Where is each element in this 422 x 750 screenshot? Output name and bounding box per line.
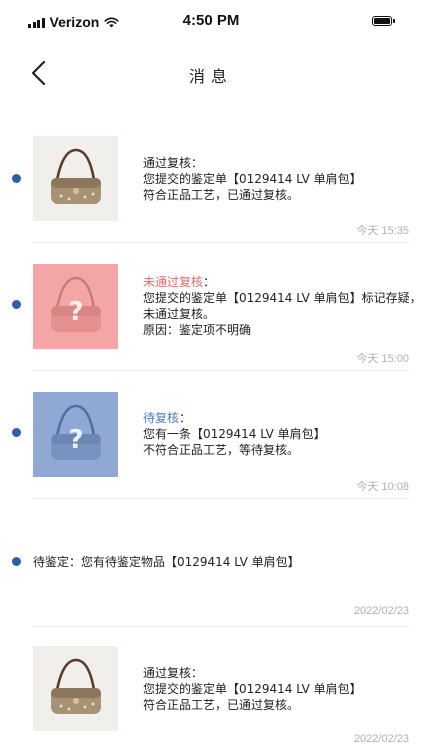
status-label-rejected: 未通过复核 <box>143 275 204 289</box>
message-body: 待复核： 您有一条【0129414 LV 单肩包】 不符合正品工艺，等待复核。 <box>143 410 326 458</box>
handbag-unknown-icon: ? <box>51 404 101 460</box>
message-item[interactable]: ? 未通过复核： 您提交的鉴定单【0129414 LV 单肩包】标记存疑， 未通… <box>0 262 422 370</box>
status-row: 未通过复核： <box>143 274 422 290</box>
message-line: 原因：鉴定项不明确 <box>143 323 252 337</box>
page-title: 消息 <box>188 67 233 86</box>
message-time: 2022/02/23 <box>353 605 409 617</box>
product-thumbnail <box>33 136 118 221</box>
product-thumbnail <box>33 646 118 731</box>
handbag-icon <box>51 148 101 204</box>
handbag-unknown-icon: ? <box>51 276 101 332</box>
nav-bar: 消息 <box>0 50 422 96</box>
message-line: 您提交的鉴定单【0129414 LV 单肩包】标记存疑， <box>143 291 422 305</box>
status-label-pending: 待复核 <box>143 411 180 425</box>
divider <box>33 242 409 243</box>
message-time: 今天 10:08 <box>356 481 409 493</box>
message-line: 待鉴定：您有待鉴定物品【0129414 LV 单肩包】 <box>33 555 300 569</box>
message-time: 今天 15:00 <box>356 353 409 365</box>
message-line: 不符合正品工艺，等待复核。 <box>143 443 300 457</box>
svg-text:?: ? <box>68 297 83 327</box>
status-colon: ： <box>179 411 192 425</box>
divider <box>33 498 409 499</box>
unread-dot <box>12 300 21 309</box>
handbag-icon <box>51 658 101 714</box>
battery-icon <box>372 16 395 26</box>
message-body: 未通过复核： 您提交的鉴定单【0129414 LV 单肩包】标记存疑， 未通过复… <box>143 274 422 338</box>
divider <box>33 370 409 371</box>
divider <box>33 626 409 627</box>
status-row: 待复核： <box>143 410 326 426</box>
message-line: 符合正品工艺，已通过复核。 <box>143 698 300 712</box>
unread-dot <box>12 174 21 183</box>
message-line: 符合正品工艺，已通过复核。 <box>143 188 300 202</box>
message-body: 通过复核： 您提交的鉴定单【0129414 LV 单肩包】 符合正品工艺，已通过… <box>143 155 362 203</box>
message-item[interactable]: 通过复核： 您提交的鉴定单【0129414 LV 单肩包】 符合正品工艺，已通过… <box>0 134 422 242</box>
product-thumbnail: ? <box>33 392 118 477</box>
status-time: 4:50 PM <box>182 12 240 29</box>
unread-dot <box>12 428 21 437</box>
svg-text:?: ? <box>68 425 83 455</box>
message-item[interactable]: ? 待复核： 您有一条【0129414 LV 单肩包】 不符合正品工艺，等待复核… <box>0 390 422 498</box>
status-colon: ： <box>203 275 216 289</box>
status-bar: Verizon 4:50 PM <box>0 0 422 44</box>
message-line: 您有一条【0129414 LV 单肩包】 <box>143 427 326 441</box>
message-line: 未通过复核。 <box>143 307 216 321</box>
message-time: 今天 15:35 <box>356 225 409 237</box>
message-item[interactable]: 通过复核： 您提交的鉴定单【0129414 LV 单肩包】 符合正品工艺，已通过… <box>0 646 422 750</box>
unread-dot <box>12 557 21 566</box>
status-label: 通过复核： <box>143 156 204 170</box>
message-body: 通过复核： 您提交的鉴定单【0129414 LV 单肩包】 符合正品工艺，已通过… <box>143 665 362 713</box>
status-label: 通过复核： <box>143 666 204 680</box>
message-line: 您提交的鉴定单【0129414 LV 单肩包】 <box>143 172 362 186</box>
message-item[interactable]: 待鉴定：您有待鉴定物品【0129414 LV 单肩包】 2022/02/23 <box>0 540 422 624</box>
product-thumbnail: ? <box>33 264 118 349</box>
message-time: 2022/02/23 <box>353 733 409 745</box>
message-line: 您提交的鉴定单【0129414 LV 单肩包】 <box>143 682 362 696</box>
